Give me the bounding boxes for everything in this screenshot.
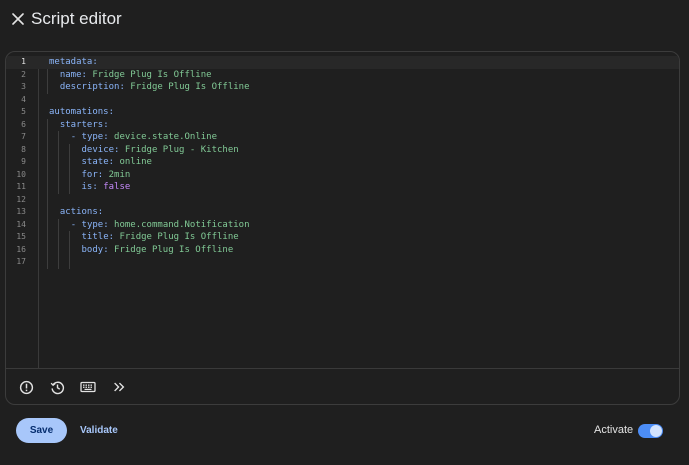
close-icon [12, 13, 24, 25]
script-editor-card: 1 metadata: 2 name: Fridge Plug Is Offline… [5, 51, 680, 405]
line-number: 10 [16, 169, 26, 179]
line-number: 17 [16, 257, 26, 266]
code-text: metadata: [49, 57, 98, 67]
line-number: 1 [21, 57, 26, 66]
indent-guide [47, 118, 48, 269]
line-number: 15 [16, 232, 26, 241]
line-number: 4 [21, 94, 26, 104]
code-line[interactable]: 5 automations: [6, 106, 679, 119]
line-number: 8 [21, 144, 26, 154]
line-number: 16 [16, 244, 26, 254]
code-text: starters: [59, 119, 109, 130]
error-icon [19, 380, 33, 394]
code-line[interactable]: 16 body: Fridge Plug Is Offline [6, 244, 679, 257]
expand-button[interactable] [110, 378, 128, 396]
history-icon [50, 381, 64, 394]
code-line[interactable]: 10 for: 2min [6, 169, 679, 182]
code-text: name: Fridge Plug Is Offline [59, 69, 212, 80]
code-text: automations: [49, 107, 115, 117]
code-line[interactable]: 3 description: Fridge Plug Is Offline [6, 81, 679, 94]
activate-toggle[interactable] [638, 424, 663, 438]
code-text: device: Fridge Plug - Kitchen [81, 144, 239, 155]
line-number: 14 [16, 219, 26, 229]
code-line[interactable]: 9 state: online [6, 156, 679, 169]
editor-toolbar [6, 368, 679, 404]
line-number: 2 [21, 69, 26, 79]
code-line[interactable]: 13 actions: [6, 206, 679, 219]
line-number: 11 [16, 182, 26, 191]
code-line[interactable]: 2 name: Fridge Plug Is Offline [6, 69, 679, 82]
indent-guide [68, 143, 70, 194]
code-editor[interactable]: 1 metadata: 2 name: Fridge Plug Is Offline… [6, 56, 679, 368]
close-button[interactable] [10, 11, 26, 27]
line-number: 12 [16, 194, 26, 204]
code-line[interactable]: 17 [6, 256, 679, 269]
code-text: title: Fridge Plug Is Offline [81, 232, 239, 242]
code-text: state: online [81, 157, 152, 167]
header: Script editor [0, 0, 689, 40]
page-title: Script editor [31, 9, 122, 28]
indent-guide [57, 131, 59, 194]
line-number: 7 [21, 132, 26, 141]
code-line[interactable]: 15 title: Fridge Plug Is Offline [6, 231, 679, 244]
line-number: 13 [16, 207, 26, 216]
code-text: - type: device.state.Online [70, 132, 217, 142]
code-text: body: Fridge Plug Is Offline [81, 244, 234, 255]
code-text: description: Fridge Plug Is Offline [59, 82, 250, 92]
code-line[interactable]: 11 is: false [6, 181, 679, 194]
line-number: 9 [21, 157, 26, 166]
code-text: for: 2min [81, 169, 131, 180]
indent-guide [57, 218, 59, 269]
chevron-double-right-icon [114, 382, 125, 392]
code-line[interactable]: 14 - type: home.command.Notification [6, 219, 679, 232]
code-text: is: false [81, 182, 131, 192]
history-button[interactable] [48, 378, 66, 396]
keyboard-shortcuts-button[interactable] [79, 378, 97, 396]
line-number: 3 [21, 82, 26, 91]
validate-button[interactable]: Validate [80, 418, 118, 443]
line-number: 5 [21, 107, 26, 116]
code-text: actions: [59, 207, 104, 217]
problems-button[interactable] [17, 378, 35, 396]
code-line[interactable]: 6 starters: [6, 119, 679, 132]
code-line[interactable]: 1 metadata: [6, 56, 679, 69]
code-line[interactable]: 8 device: Fridge Plug - Kitchen [6, 144, 679, 157]
activate-label: Activate [594, 424, 634, 436]
indent-guide [68, 231, 70, 269]
keyboard-icon [80, 381, 96, 393]
code-text: - type: home.command.Notification [70, 219, 250, 230]
indent-guide [47, 68, 48, 94]
toggle-knob [650, 425, 662, 437]
save-button[interactable]: Save [16, 418, 67, 443]
footer: Save Validate Activate [0, 404, 689, 465]
line-number: 6 [21, 119, 26, 129]
code-line[interactable]: 7 - type: device.state.Online [6, 131, 679, 144]
code-line[interactable]: 12 [6, 194, 679, 207]
code-line[interactable]: 4 [6, 94, 679, 107]
